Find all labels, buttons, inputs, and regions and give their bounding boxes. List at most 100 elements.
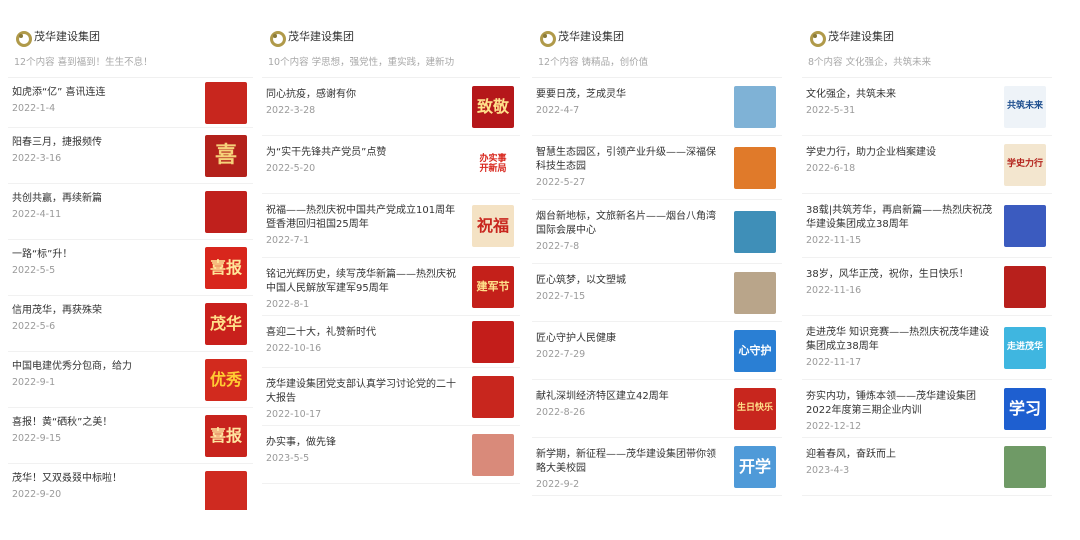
article-title[interactable]: 茂华！又双叒叕中标啦！ (12, 472, 195, 486)
article-item[interactable]: 如虎添“亿” 喜讯连连 2022-1-4 (8, 78, 253, 128)
article-thumbnail[interactable] (734, 211, 776, 253)
article-item[interactable]: 共创共赢，再续新篇 2022-4-11 (8, 184, 253, 240)
brand-link[interactable]: 茂华建设集团 (268, 28, 520, 47)
article-title[interactable]: 夯实内功，锤炼本领——茂华建设集团2022年度第三期企业内训 (806, 390, 994, 418)
article-item[interactable]: 铭记光辉历史，续写茂华新篇——热烈庆祝中国人民解放军建军95周年 2022-8-1… (262, 258, 520, 316)
article-title[interactable]: 共创共赢，再续新篇 (12, 192, 195, 206)
article-thumbnail[interactable]: 办实事 开新局 (472, 144, 514, 186)
article-thumbnail[interactable] (1004, 446, 1046, 488)
article-title[interactable]: 中国电建优秀分包商，给力 (12, 360, 195, 374)
article-title[interactable]: 要要日茂，芝成灵华 (536, 88, 724, 102)
article-thumbnail[interactable] (734, 147, 776, 189)
article-item[interactable]: 新学期，新征程——茂华建设集团带你领略大美校园 2022-9-2 开学 (532, 438, 782, 496)
article-thumbnail[interactable]: 生日快乐 (734, 388, 776, 430)
brand-link[interactable]: 茂华建设集团 (538, 28, 782, 47)
article-title[interactable]: 献礼深圳经济特区建立42周年 (536, 390, 724, 404)
article-item[interactable]: 文化强企，共筑未来 2022-5-31 共筑未来 (802, 78, 1052, 136)
article-item[interactable]: 走进茂华 知识竞赛——热烈庆祝茂华建设集团成立38周年 2022-11-17 走进茂… (802, 316, 1052, 380)
article-item[interactable]: 烟台新地标，文旅新名片——烟台八角湾国际会展中心 2022-7-8 (532, 200, 782, 264)
article-thumbnail[interactable] (205, 471, 247, 510)
article-item[interactable]: 献礼深圳经济特区建立42周年 2022-8-26 生日快乐 (532, 380, 782, 438)
article-thumbnail[interactable]: 心守护 (734, 330, 776, 372)
article-item[interactable]: 茂华建设集团党支部认真学习讨论党的二十大报告 2022-10-17 (262, 368, 520, 426)
article-title[interactable]: 铭记光辉历史，续写茂华新篇——热烈庆祝中国人民解放军建军95周年 (266, 268, 462, 296)
brand-link[interactable]: 茂华建设集团 (808, 28, 1052, 47)
article-thumbnail[interactable]: 学习 (1004, 388, 1046, 430)
article-thumbnail[interactable] (734, 86, 776, 128)
article-item[interactable]: 夯实内功，锤炼本领——茂华建设集团2022年度第三期企业内训 2022-12-12… (802, 380, 1052, 438)
article-item[interactable]: 办实事，做先锋 2023-5-5 (262, 426, 520, 484)
article-thumbnail[interactable]: 喜 (205, 135, 247, 177)
article-title[interactable]: 匠心守护人民健康 (536, 332, 724, 346)
article-title[interactable]: 烟台新地标，文旅新名片——烟台八角湾国际会展中心 (536, 210, 724, 238)
article-title[interactable]: 如虎添“亿” 喜讯连连 (12, 86, 195, 100)
article-title[interactable]: 新学期，新征程——茂华建设集团带你领略大美校园 (536, 448, 724, 476)
article-thumbnail[interactable]: 优秀 (205, 359, 247, 401)
article-thumbnail[interactable]: 祝福 (472, 205, 514, 247)
article-title[interactable]: 迎着春风，奋跃而上 (806, 448, 994, 462)
article-thumbnail[interactable] (1004, 205, 1046, 247)
article-item[interactable]: 要要日茂，芝成灵华 2022-4-7 (532, 78, 782, 136)
article-item[interactable]: 智慧生态园区，引领产业升级——深福保科技生态园 2022-5-27 (532, 136, 782, 200)
article-thumbnail[interactable]: 共筑未来 (1004, 86, 1046, 128)
article-thumbnail[interactable]: 学史力行 (1004, 144, 1046, 186)
article-thumbnail[interactable] (472, 376, 514, 418)
article-item[interactable]: 学史力行，助力企业档案建设 2022-6-18 学史力行 (802, 136, 1052, 194)
article-item[interactable]: 为“实干先锋共产党员”点赞 2022-5-20 办实事 开新局 (262, 136, 520, 194)
article-item[interactable]: 匠心筑梦，以文塑城 2022-7-15 (532, 264, 782, 322)
article-date: 2022-10-16 (266, 343, 322, 354)
article-item[interactable]: 同心抗疫，感谢有你 2022-3-28 致敬 (262, 78, 520, 136)
article-title[interactable]: 学史力行，助力企业档案建设 (806, 146, 994, 160)
article-title[interactable]: 文化强企，共筑未来 (806, 88, 994, 102)
article-title[interactable]: 办实事，做先锋 (266, 436, 462, 450)
article-item[interactable]: 喜报！黄“硒秋”之美！ 2022-9-15 喜报 (8, 408, 253, 464)
article-title[interactable]: 一路“标”升！ (12, 248, 195, 262)
article-thumbnail[interactable]: 开学 (734, 446, 776, 488)
article-date: 2022-10-17 (266, 409, 322, 420)
article-title[interactable]: 匠心筑梦，以文塑城 (536, 274, 724, 288)
article-thumbnail[interactable]: 喜报 (205, 415, 247, 457)
article-thumbnail[interactable] (1004, 266, 1046, 308)
article-thumbnail[interactable] (205, 191, 247, 233)
article-title[interactable]: 祝福——热烈庆祝中国共产党成立101周年暨香港回归祖国25周年 (266, 204, 462, 232)
article-thumbnail[interactable] (205, 82, 247, 124)
article-item[interactable]: 中国电建优秀分包商，给力 2022-9-1 优秀 (8, 352, 253, 408)
article-item[interactable]: 一路“标”升！ 2022-5-5 喜报 (8, 240, 253, 296)
article-thumbnail[interactable] (734, 272, 776, 314)
thumbnail-caption: 共筑未来 (1006, 101, 1043, 112)
article-item[interactable]: 信用茂华，再获殊荣 2022-5-6 茂华 (8, 296, 253, 352)
article-title[interactable]: 为“实干先锋共产党员”点赞 (266, 146, 462, 160)
article-thumbnail[interactable]: 茂华 (205, 303, 247, 345)
article-item[interactable]: 茂华！又双叒叕中标啦！ 2022-9-20 (8, 464, 253, 510)
thumbnail-caption: 祝福 (476, 216, 509, 236)
article-item[interactable]: 迎着春风，奋跃而上 2023-4-3 (802, 438, 1052, 496)
article-item[interactable]: 38岁，风华正茂，祝你，生日快乐！ 2022-11-16 (802, 258, 1052, 316)
article-title[interactable]: 茂华建设集团党支部认真学习讨论党的二十大报告 (266, 378, 462, 406)
article-title[interactable]: 阳春三月，捷报频传 (12, 136, 195, 150)
article-title[interactable]: 同心抗疫，感谢有你 (266, 88, 462, 102)
article-thumbnail[interactable]: 喜报 (205, 247, 247, 289)
article-title[interactable]: 喜迎二十大，礼赞新时代 (266, 326, 462, 340)
article-title[interactable]: 喜报！黄“硒秋”之美！ (12, 416, 195, 430)
article-title[interactable]: 信用茂华，再获殊荣 (12, 304, 195, 318)
article-item[interactable]: 祝福——热烈庆祝中国共产党成立101周年暨香港回归祖国25周年 2022-7-1 祝… (262, 194, 520, 258)
article-item[interactable]: 喜迎二十大，礼赞新时代 2022-10-16 (262, 316, 520, 368)
article-item[interactable]: 阳春三月，捷报频传 2022-3-16 喜 (8, 128, 253, 184)
article-title[interactable]: 智慧生态园区，引领产业升级——深福保科技生态园 (536, 146, 724, 174)
article-date: 2022-11-15 (806, 235, 862, 246)
article-date: 2022-12-12 (806, 421, 862, 432)
thumbnail-caption: 走进茂华 (1006, 342, 1043, 353)
article-thumbnail[interactable]: 建军节 (472, 266, 514, 308)
article-thumbnail[interactable] (472, 321, 514, 363)
article-title[interactable]: 走进茂华 知识竞赛——热烈庆祝茂华建设集团成立38周年 (806, 326, 994, 354)
article-item[interactable]: 38载|共筑芳华，再启新篇——热烈庆祝茂华建设集团成立38周年 2022-11-1… (802, 194, 1052, 258)
article-thumbnail[interactable]: 走进茂华 (1004, 327, 1046, 369)
article-title[interactable]: 38岁，风华正茂，祝你，生日快乐！ (806, 268, 994, 282)
article-title[interactable]: 38载|共筑芳华，再启新篇——热烈庆祝茂华建设集团成立38周年 (806, 204, 994, 232)
column-subtitle: 8个内容 文化强企，共筑未来 (808, 57, 932, 68)
article-thumbnail[interactable] (472, 434, 514, 476)
article-thumbnail[interactable]: 致敬 (472, 86, 514, 128)
brand-link[interactable]: 茂华建设集团 (14, 28, 253, 47)
article-item[interactable]: 匠心守护人民健康 2022-7-29 心守护 (532, 322, 782, 380)
brand-name: 茂华建设集团 (288, 30, 354, 43)
